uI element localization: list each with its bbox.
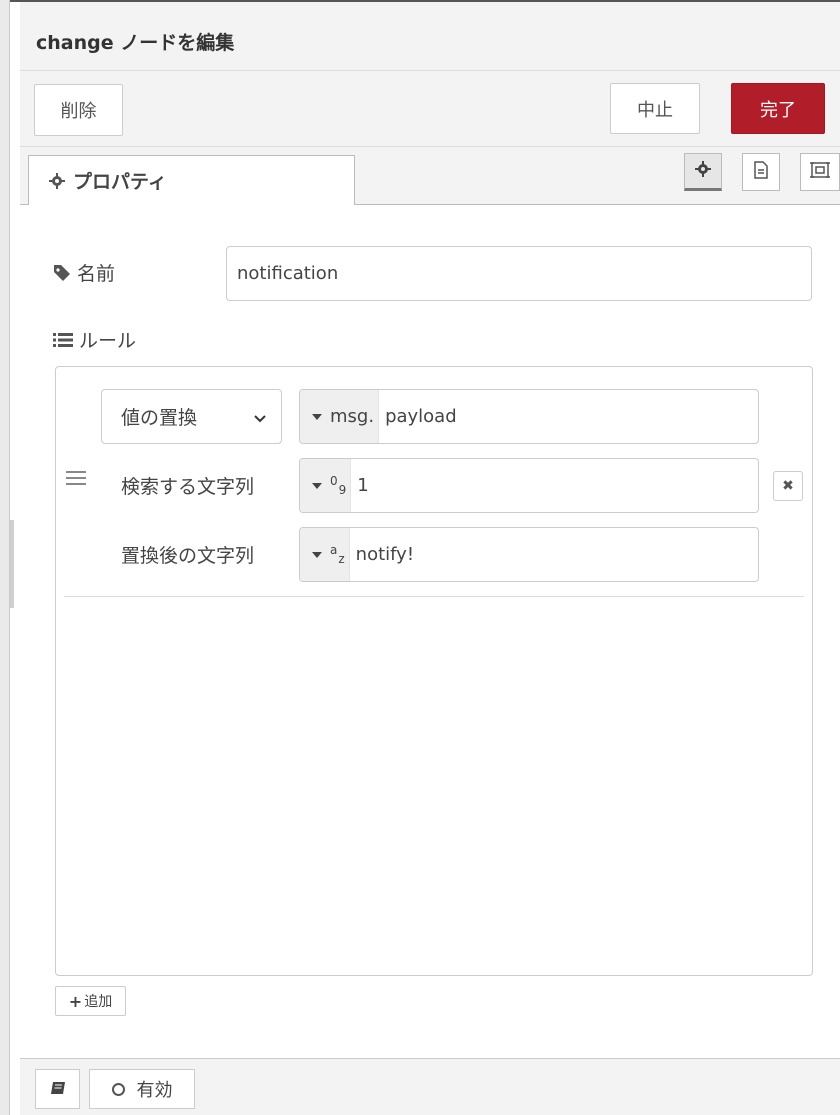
gear-icon [47, 171, 67, 191]
search-label: 検索する文字列 [121, 476, 255, 498]
done-button[interactable]: 完了 [731, 83, 825, 134]
enable-toggle[interactable]: 有効 [89, 1069, 195, 1109]
name-label-text: 名前 [77, 263, 116, 285]
target-type-button[interactable]: msg. [300, 390, 380, 443]
enable-label: 有効 [136, 1080, 173, 1101]
add-rule-button[interactable]: + 追加 [55, 986, 126, 1016]
rules-list: 値の置換 msg. payload 検索する文字列 09 1 ✖ 置換後の文字列 [55, 366, 813, 976]
add-rule-label: 追加 [84, 994, 113, 1010]
rule-divider [64, 596, 804, 597]
replace-type-button[interactable]: az [300, 528, 350, 581]
description-icon [753, 161, 769, 183]
book-icon [50, 1079, 66, 1100]
caret-down-icon [312, 482, 322, 489]
caret-down-icon [312, 413, 322, 420]
rule-target-value: payload [385, 406, 457, 427]
tab-bar: プロパティ [20, 147, 840, 205]
caret-down-icon [312, 551, 322, 558]
string-type-icon: az [330, 542, 345, 566]
number-type-icon: 09 [330, 473, 347, 497]
search-value: 1 [357, 475, 369, 496]
cancel-button[interactable]: 中止 [610, 83, 700, 134]
search-type-button[interactable]: 09 [300, 459, 352, 512]
tab-button-description[interactable] [742, 153, 780, 191]
rules-label-text: ルール [79, 330, 137, 352]
msg-prefix: msg. [330, 406, 375, 427]
replace-value: notify! [355, 544, 415, 565]
drag-handle-icon[interactable] [66, 471, 86, 487]
dialog-title-bar: change ノードを編集 [20, 2, 840, 71]
chevron-down-icon [253, 409, 267, 431]
rule-target-input[interactable]: msg. payload [299, 389, 759, 444]
replace-value-input[interactable]: az notify! [299, 527, 759, 582]
dialog-title: change ノードを編集 [36, 32, 235, 54]
plus-icon: + [68, 991, 83, 1011]
name-input[interactable]: notification [226, 246, 812, 301]
circle-icon [111, 1082, 125, 1096]
dialog-footer: 有効 [20, 1058, 840, 1115]
delete-button[interactable]: 削除 [34, 84, 123, 136]
tab-button-appearance[interactable] [800, 153, 840, 191]
list-icon [53, 332, 73, 347]
rules-label: ルール [53, 326, 136, 353]
gear-icon [695, 161, 711, 181]
search-value-input[interactable]: 09 1 [299, 458, 759, 513]
rule-action-select[interactable]: 値の置換 [101, 389, 282, 444]
tab-button-properties[interactable] [684, 153, 722, 191]
replace-label: 置換後の文字列 [121, 545, 255, 567]
tab-properties-label: プロパティ [73, 171, 167, 193]
tab-properties[interactable]: プロパティ [28, 155, 355, 205]
tag-icon [54, 264, 70, 281]
left-border [0, 0, 10, 1115]
name-label: 名前 [53, 259, 115, 286]
edit-dialog: change ノードを編集 削除 中止 完了 プロパティ 名前 notifica… [20, 0, 840, 1115]
close-icon: ✖ [782, 478, 794, 494]
dialog-toolbar: 削除 中止 完了 [20, 71, 840, 147]
splitter-handle[interactable] [10, 520, 14, 608]
node-help-button[interactable] [35, 1069, 80, 1109]
remove-rule-button[interactable]: ✖ [773, 471, 803, 501]
appearance-icon [810, 161, 830, 183]
rule-action-value: 値の置換 [121, 407, 198, 429]
